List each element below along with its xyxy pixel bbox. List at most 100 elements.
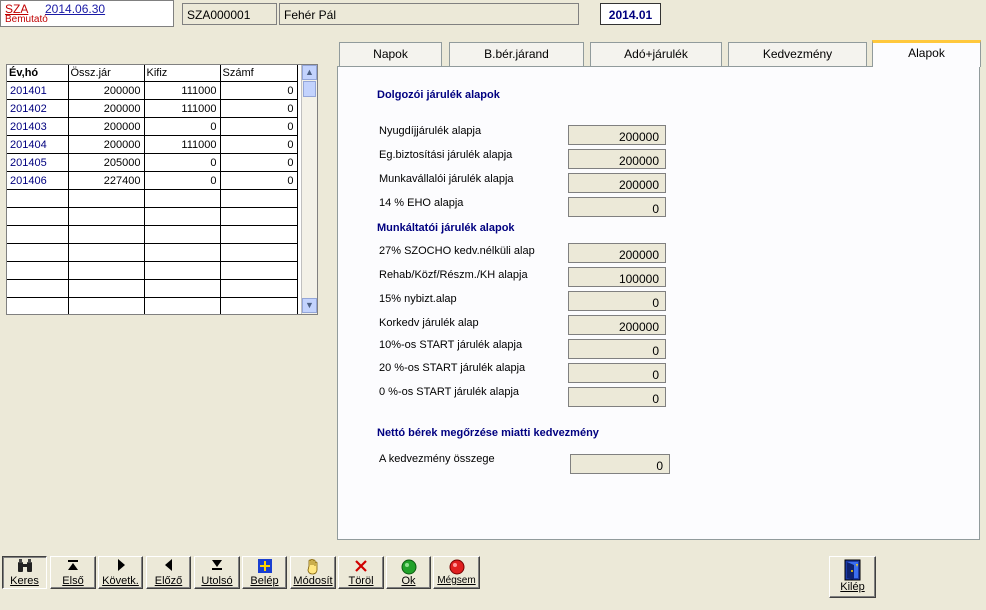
cell-ev-ho[interactable]: 201405 [7, 153, 69, 172]
add-button-label: Belép [250, 575, 279, 587]
next-record-button[interactable]: Követk. [98, 556, 143, 589]
last-record-button[interactable]: Utolsó [194, 556, 240, 589]
add-icon [243, 559, 286, 575]
delete-button[interactable]: Töröl [338, 556, 384, 589]
empty-row[interactable] [7, 279, 298, 298]
empty-row[interactable] [7, 243, 298, 262]
field-label-nybizt: 15% nybizt.alap [379, 293, 457, 305]
scroll-down-icon[interactable]: ▼ [302, 298, 317, 313]
cell-szamf[interactable]: 0 [220, 81, 298, 100]
field-value-start20[interactable]: 0 [568, 363, 666, 383]
field-label-egbizt: Eg.biztosítási járulék alapja [379, 149, 513, 161]
previous-record-button[interactable]: Előző [146, 556, 191, 589]
table-row[interactable]: 201401 200000 111000 0 [7, 81, 298, 100]
cancel-red-icon [434, 559, 479, 575]
grid-scrollbar[interactable]: ▲ ▼ [301, 65, 317, 314]
tab-b-ber-jarand[interactable]: B.bér.járand [449, 42, 584, 66]
cell-ossz-jar[interactable]: 200000 [68, 135, 145, 154]
empty-row[interactable] [7, 225, 298, 244]
payroll-month-table: Év,hó Össz.jár Kifiz Számf 201401 200000… [7, 65, 298, 314]
tab-ado-jarulek[interactable]: Adó+járulék [590, 42, 722, 66]
cell-ossz-jar[interactable]: 200000 [68, 81, 145, 100]
cell-ev-ho[interactable]: 201403 [7, 117, 69, 136]
first-record-button[interactable]: Első [50, 556, 96, 589]
empty-row[interactable] [7, 207, 298, 226]
payroll-month-grid[interactable]: Év,hó Össz.jár Kifiz Számf 201401 200000… [6, 64, 318, 315]
field-label-start20: 20 %-os START járulék alapja [379, 362, 526, 374]
field-label-start10: 10%-os START járulék alapja [379, 339, 523, 351]
empty-row[interactable] [7, 297, 298, 314]
field-value-szocho[interactable]: 200000 [568, 243, 666, 263]
cell-ev-ho[interactable]: 201404 [7, 135, 69, 154]
cell-kifiz[interactable]: 111000 [144, 99, 221, 118]
field-value-eho[interactable]: 0 [568, 197, 666, 217]
table-row[interactable]: 201403 200000 0 0 [7, 117, 298, 136]
field-value-start0[interactable]: 0 [568, 387, 666, 407]
field-value-rehab[interactable]: 100000 [568, 267, 666, 287]
cell-ev-ho[interactable]: 201402 [7, 99, 69, 118]
cell-szamf[interactable]: 0 [220, 99, 298, 118]
modify-button-label: Módosít [293, 575, 333, 587]
field-value-munkavallaloi[interactable]: 200000 [568, 173, 666, 193]
field-value-korkedv[interactable]: 200000 [568, 315, 666, 335]
tab-napok[interactable]: Napok [339, 42, 442, 66]
period-field[interactable]: 2014.01 [600, 3, 661, 25]
field-value-nyugdij[interactable]: 200000 [568, 125, 666, 145]
cell-kifiz[interactable]: 0 [144, 171, 221, 190]
column-header-szamf[interactable]: Számf [220, 65, 298, 82]
modify-button[interactable]: Módosít [290, 556, 336, 589]
scroll-thumb[interactable] [303, 81, 316, 97]
cell-ev-ho[interactable]: 201401 [7, 81, 69, 100]
cell-ossz-jar[interactable]: 200000 [68, 117, 145, 136]
cell-ossz-jar[interactable]: 200000 [68, 99, 145, 118]
table-row[interactable]: 201404 200000 111000 0 [7, 135, 298, 154]
field-label-start0: 0 %-os START járulék alapja [379, 386, 520, 398]
cell-kifiz[interactable]: 0 [144, 117, 221, 136]
cell-szamf[interactable]: 0 [220, 153, 298, 172]
last-record-icon [195, 559, 239, 575]
next-record-button-label: Követk. [102, 575, 139, 587]
app-mode-label: Bemutató [5, 14, 48, 25]
scroll-up-icon[interactable]: ▲ [302, 65, 317, 80]
cancel-button-label: Mégsem [437, 575, 476, 586]
section-title-dolgozoi: Dolgozói járulék alapok [377, 89, 500, 101]
last-record-button-label: Utolsó [201, 575, 233, 587]
field-value-nybizt[interactable]: 0 [568, 291, 666, 311]
app-date-link[interactable]: 2014.06.30 [45, 2, 105, 16]
cell-ossz-jar[interactable]: 205000 [68, 153, 145, 172]
employee-id-field[interactable]: SZA000001 [182, 3, 277, 25]
exit-button[interactable]: Kilép [829, 556, 876, 598]
cell-szamf[interactable]: 0 [220, 171, 298, 190]
first-record-button-label: Első [62, 575, 84, 587]
table-row[interactable]: 201405 205000 0 0 [7, 153, 298, 172]
ok-button-label: Ok [401, 575, 416, 587]
cell-kifiz[interactable]: 111000 [144, 135, 221, 154]
cancel-button[interactable]: Mégsem [433, 556, 480, 589]
tab-alapok[interactable]: Alapok [872, 40, 981, 67]
add-button[interactable]: Belép [242, 556, 287, 589]
next-record-icon [99, 559, 142, 575]
first-record-icon [51, 559, 95, 575]
column-header-ev-ho[interactable]: Év,hó [7, 65, 69, 82]
field-value-egbizt[interactable]: 200000 [568, 149, 666, 169]
cell-szamf[interactable]: 0 [220, 117, 298, 136]
hand-edit-icon [291, 558, 335, 575]
field-value-start10[interactable]: 0 [568, 339, 666, 359]
column-header-ossz-jar[interactable]: Össz.jár [68, 65, 145, 82]
search-button[interactable]: Keres [2, 556, 47, 589]
tab-kedvezmeny[interactable]: Kedvezmény [728, 42, 867, 66]
table-row[interactable]: 201406 227400 0 0 [7, 171, 298, 190]
table-row[interactable]: 201402 200000 111000 0 [7, 99, 298, 118]
empty-row[interactable] [7, 261, 298, 280]
search-button-label: Keres [10, 575, 39, 587]
field-value-kedvezmeny-osszege[interactable]: 0 [570, 454, 670, 474]
cell-szamf[interactable]: 0 [220, 135, 298, 154]
employee-name-field[interactable]: Fehér Pál [279, 3, 579, 25]
cell-ossz-jar[interactable]: 227400 [68, 171, 145, 190]
cell-kifiz[interactable]: 0 [144, 153, 221, 172]
cell-kifiz[interactable]: 111000 [144, 81, 221, 100]
empty-row[interactable] [7, 189, 298, 208]
ok-button[interactable]: Ok [386, 556, 431, 589]
column-header-kifiz[interactable]: Kifiz [144, 65, 221, 82]
cell-ev-ho[interactable]: 201406 [7, 171, 69, 190]
